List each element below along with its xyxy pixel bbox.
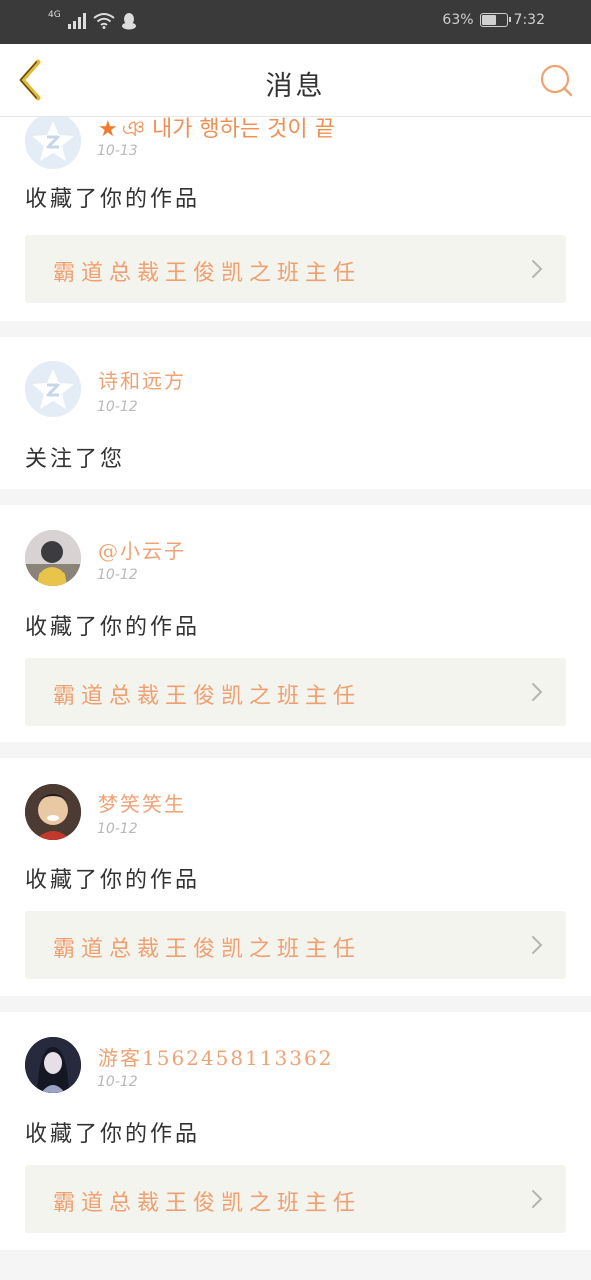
username[interactable]: @小云子 [98, 535, 186, 564]
message-date: 10-12 [97, 1074, 138, 1090]
wifi-icon [93, 13, 115, 29]
message-date: 10-12 [97, 567, 138, 583]
avatar[interactable] [25, 530, 81, 586]
message-card: @小云子 10-12 收藏了你的作品 霸道总裁王俊凯之班主任 [0, 505, 591, 742]
qq-icon [121, 13, 136, 30]
battery-icon [479, 13, 511, 27]
message-list[interactable]: ★ ঞ 내가 행하는 것이 끝 10-13 收藏了你的作品 霸道总裁王俊凯之班主任… [0, 117, 591, 1280]
chevron-right-icon [532, 1190, 543, 1208]
user-photo-icon [25, 530, 81, 586]
search-button[interactable] [539, 62, 575, 98]
action-text: 收藏了你的作品 [25, 615, 201, 640]
star-icon: ★ [98, 117, 118, 142]
signal-icon [67, 13, 86, 29]
username[interactable]: 梦笑笑生 [98, 788, 186, 817]
username[interactable]: 诗和远方 [98, 365, 186, 394]
work-title: 霸道总裁王俊凯之班主任 [53, 937, 362, 962]
message-card: 游客1562458113362 10-12 收藏了你的作品 霸道总裁王俊凯之班主… [0, 1012, 591, 1250]
avatar[interactable] [25, 1037, 81, 1093]
message-card: 梦笑笑生 10-12 收藏了你的作品 霸道总裁王俊凯之班主任 [0, 758, 591, 996]
message-date: 10-12 [97, 821, 138, 837]
search-icon [540, 64, 573, 97]
avatar[interactable] [25, 117, 81, 169]
clock: 7:32 [513, 12, 545, 28]
work-title: 霸道总裁王俊凯之班主任 [53, 1191, 362, 1216]
message-date: 10-12 [97, 399, 138, 415]
status-right: 63% 7:32 [442, 12, 545, 28]
message-card: 诗和远方 10-12 关注了您 [0, 337, 591, 489]
avatar[interactable] [25, 361, 81, 417]
username-text: ঞ 내가 행하는 것이 끝 [121, 117, 335, 142]
action-text: 收藏了你的作品 [25, 868, 201, 893]
work-link[interactable]: 霸道总裁王俊凯之班主任 [25, 911, 566, 979]
message-card: ★ ঞ 내가 행하는 것이 끝 10-13 收藏了你的作品 霸道总裁王俊凯之班主任 [0, 117, 591, 321]
status-bar: 4G 63% 7:32 [0, 0, 591, 44]
default-avatar-icon [25, 361, 81, 417]
chevron-right-icon [532, 260, 543, 278]
user-photo-icon [25, 1037, 81, 1093]
network-type: 4G [48, 10, 61, 20]
battery-percent: 63% [442, 12, 474, 28]
chevron-right-icon [532, 936, 543, 954]
avatar[interactable] [25, 784, 81, 840]
default-avatar-icon [25, 117, 81, 169]
status-left: 4G [48, 10, 137, 30]
chevron-right-icon [532, 683, 543, 701]
app-header: 消息 [0, 44, 591, 117]
user-photo-icon [25, 784, 81, 840]
page-title: 消息 [265, 71, 326, 102]
work-link[interactable]: 霸道总裁王俊凯之班主任 [25, 658, 566, 726]
action-text: 收藏了你的作品 [25, 1122, 201, 1147]
work-title: 霸道总裁王俊凯之班主任 [53, 261, 362, 286]
message-date: 10-13 [97, 143, 138, 159]
work-link[interactable]: 霸道总裁王俊凯之班主任 [25, 235, 566, 303]
work-link[interactable]: 霸道总裁王俊凯之班主任 [25, 1165, 566, 1233]
action-text: 收藏了你的作品 [25, 187, 201, 212]
username[interactable]: 游客1562458113362 [98, 1042, 333, 1071]
work-title: 霸道总裁王俊凯之班主任 [53, 684, 362, 709]
action-text: 关注了您 [25, 447, 126, 472]
